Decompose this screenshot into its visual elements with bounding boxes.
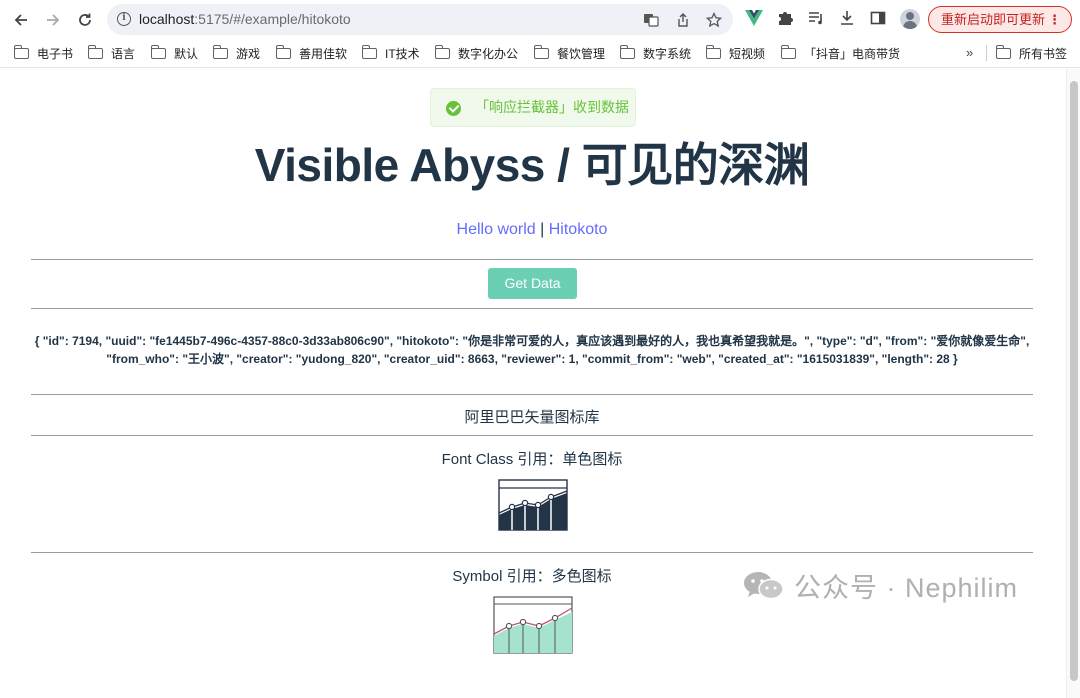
bookmark-label: 数字化办公	[458, 47, 519, 61]
bookmark-folder-10[interactable]: 「抖音」电商带货	[780, 45, 901, 62]
divider	[31, 394, 1033, 395]
folder-icon	[995, 45, 1011, 59]
browser-toolbar: i localhost:5175/#/example/hitokoto 重新启动…	[0, 0, 1080, 38]
bookmark-label: 短视频	[729, 47, 766, 61]
folder-icon	[434, 45, 450, 59]
reload-icon[interactable]	[74, 9, 96, 31]
bookmark-label: IT技术	[385, 47, 420, 61]
bookmark-label: 语言	[111, 47, 136, 61]
folder-icon	[780, 45, 796, 59]
back-arrow-icon[interactable]	[10, 9, 32, 31]
bookmark-folder-3[interactable]: 游戏	[212, 45, 261, 62]
bookmark-label: 电子书	[37, 47, 74, 61]
check-circle-icon	[446, 101, 461, 116]
wechat-logo-icon	[742, 571, 786, 601]
translate-icon[interactable]	[643, 12, 659, 28]
bookmark-folder-8[interactable]: 数字系统	[619, 45, 692, 62]
address-bar[interactable]: i localhost:5175/#/example/hitokoto	[107, 4, 733, 35]
get-data-button[interactable]: Get Data	[488, 268, 577, 299]
scrollbar-thumb[interactable]	[1070, 81, 1078, 681]
bookmarks-bar: 电子书 语言 默认 游戏 善用佳软 IT技术 数字化办公 餐饮管理 数字系统 短…	[0, 38, 1080, 68]
bookmark-folder-6[interactable]: 数字化办公	[434, 45, 519, 62]
forward-arrow-icon[interactable]	[42, 9, 64, 31]
bookmark-star-icon[interactable]	[705, 11, 723, 28]
url-path: :5175/#/example/hitokoto	[194, 11, 351, 27]
bookmark-folder-2[interactable]: 默认	[150, 45, 199, 62]
update-button-label: 重新启动即可更新	[941, 12, 1046, 27]
folder-icon	[87, 45, 103, 59]
url-text[interactable]: localhost:5175/#/example/hitokoto	[139, 11, 351, 27]
folder-icon	[361, 45, 377, 59]
page-title: Visible Abyss / 可见的深渊	[254, 139, 810, 191]
folder-icon	[705, 45, 721, 59]
bookmark-label: 游戏	[236, 47, 261, 61]
site-info-icon[interactable]: i	[117, 12, 131, 26]
bookmark-folder-7[interactable]: 餐饮管理	[533, 45, 606, 62]
bookmark-folder-5[interactable]: IT技术	[361, 45, 420, 62]
folder-icon	[275, 45, 291, 59]
all-bookmarks-folder[interactable]: 所有书签	[995, 45, 1068, 62]
bookmarks-divider	[986, 45, 987, 61]
bookmark-label: 善用佳软	[299, 47, 348, 61]
bookmark-label: 「抖音」电商带货	[804, 47, 901, 61]
bookmark-folder-4[interactable]: 善用佳软	[275, 45, 348, 62]
chart-multicolor-icon	[493, 596, 573, 659]
bookmark-label: 餐饮管理	[557, 47, 606, 61]
folder-icon	[533, 45, 549, 59]
chart-monochrome-icon	[498, 479, 568, 536]
url-host: localhost	[139, 11, 195, 27]
divider	[31, 308, 1033, 309]
hitokoto-link[interactable]: Hitokoto	[549, 221, 608, 238]
bookmark-folder-0[interactable]: 电子书	[13, 45, 74, 62]
bookmark-folder-1[interactable]: 语言	[87, 45, 136, 62]
bookmark-label: 数字系统	[643, 47, 692, 61]
watermark-text: 公众号 · Nephilim	[794, 573, 1019, 603]
menu-kebab-icon: ⋮	[1048, 12, 1061, 27]
folder-icon	[13, 45, 29, 59]
toast-message: 「响应拦截器」收到数据	[475, 99, 629, 115]
divider	[31, 259, 1033, 260]
download-icon[interactable]	[838, 10, 856, 28]
relaunch-update-button[interactable]: 重新启动即可更新 ⋮	[928, 6, 1072, 33]
nav-links: Hello world | Hitokoto	[0, 221, 1064, 239]
bookmark-label: 默认	[174, 47, 199, 61]
success-toast: 「响应拦截器」收到数据	[430, 88, 636, 127]
divider	[31, 552, 1033, 553]
json-output: { "id": 7194, "uuid": "fe1445b7-496c-435…	[34, 334, 1030, 366]
bookmarks-overflow-button[interactable]: »	[966, 45, 973, 60]
profile-avatar-icon[interactable]	[900, 9, 920, 29]
bookmark-folder-9[interactable]: 短视频	[705, 45, 766, 62]
watermark: 公众号 · Nephilim	[742, 566, 1018, 605]
bookmark-label: 所有书签	[1019, 47, 1068, 61]
link-separator: |	[535, 221, 549, 238]
folder-icon	[619, 45, 635, 59]
share-icon[interactable]	[675, 12, 691, 28]
folder-icon	[212, 45, 228, 59]
font-class-heading: Font Class 引用：单色图标	[441, 451, 623, 468]
vue-devtools-icon[interactable]	[745, 10, 763, 28]
page-scrollbar[interactable]	[1066, 69, 1080, 698]
reading-list-icon[interactable]	[807, 10, 825, 28]
hello-world-link[interactable]: Hello world	[457, 221, 536, 238]
divider	[31, 435, 1033, 436]
extensions-puzzle-icon[interactable]	[776, 10, 794, 28]
browser-window: i localhost:5175/#/example/hitokoto 重新启动…	[0, 0, 1080, 698]
iconfont-heading: 阿里巴巴矢量图标库	[464, 409, 600, 426]
side-panel-icon[interactable]	[869, 10, 887, 28]
folder-icon	[150, 45, 166, 59]
